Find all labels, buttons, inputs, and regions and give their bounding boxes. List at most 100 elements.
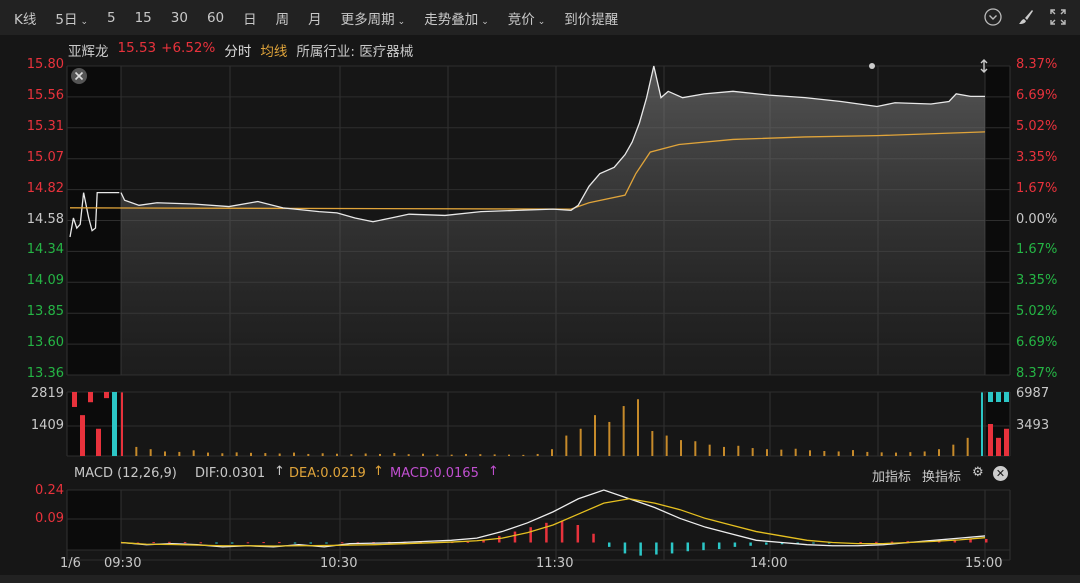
macd-value: MACD:0.0165 bbox=[390, 466, 479, 481]
post-volume-bar bbox=[988, 424, 993, 456]
dif-arrow-icon: ↑ bbox=[274, 464, 285, 479]
macd-bar bbox=[592, 533, 595, 543]
volume-bar bbox=[178, 451, 181, 456]
volume-bar bbox=[866, 451, 869, 456]
volume-bar bbox=[135, 446, 138, 456]
macd-bar bbox=[325, 542, 328, 544]
time-label: 14:00 bbox=[750, 556, 788, 571]
macd-bar bbox=[969, 539, 972, 543]
time-label: 15:00 bbox=[965, 556, 1003, 571]
percent-axis-label: 0.00% bbox=[1016, 211, 1058, 227]
volume-bar bbox=[608, 421, 611, 456]
macd-dea: DEA:0.0219 bbox=[289, 466, 366, 481]
macd-bar bbox=[733, 542, 737, 547]
switch-indicator-button[interactable]: 换指标 bbox=[922, 466, 961, 485]
macd-bar bbox=[765, 542, 768, 545]
time-label: 1/6 bbox=[60, 556, 81, 571]
percent-axis-label: 3.35% bbox=[1016, 149, 1058, 165]
volume-bar bbox=[551, 449, 553, 456]
price-area-fill bbox=[121, 66, 985, 375]
macd-axis-label: 0.24 bbox=[35, 483, 64, 498]
bottom-scrollbar[interactable] bbox=[0, 575, 1080, 583]
volume-bar bbox=[364, 453, 367, 456]
macd-bar bbox=[230, 542, 234, 544]
gear-icon[interactable]: ⚙ bbox=[972, 465, 984, 480]
price-axis-label: 14.58 bbox=[26, 211, 64, 227]
volume-bar bbox=[307, 453, 310, 456]
volume-bar bbox=[938, 449, 940, 456]
macd-bar bbox=[749, 542, 752, 546]
macd-bar bbox=[607, 542, 611, 547]
volume-bar bbox=[235, 452, 238, 456]
volume-bar bbox=[379, 453, 381, 456]
macd-title: MACD (12,26,9) bbox=[74, 466, 177, 481]
time-label: 09:30 bbox=[104, 556, 142, 571]
price-axis-label: 13.36 bbox=[26, 366, 64, 381]
macd-bar bbox=[278, 542, 281, 544]
pre-volume-bar bbox=[80, 415, 85, 456]
volume-bar bbox=[794, 448, 797, 456]
intraday-chart[interactable] bbox=[0, 0, 1080, 583]
macd-bar bbox=[262, 542, 265, 544]
macd-bar bbox=[183, 542, 187, 544]
macd-bar bbox=[890, 541, 894, 543]
volume-axis-label: 1409 bbox=[30, 418, 64, 433]
volume-bar bbox=[766, 449, 768, 456]
volume-bar bbox=[723, 446, 725, 456]
macd-bar bbox=[466, 541, 470, 543]
add-indicator-button[interactable]: 加指标 bbox=[872, 466, 911, 485]
volume-bar bbox=[350, 454, 353, 456]
macd-bar bbox=[513, 531, 517, 543]
macd-bar bbox=[702, 542, 705, 551]
volume-bar bbox=[465, 453, 467, 456]
volume-bar bbox=[422, 453, 424, 456]
volume-axis-label: 3493 bbox=[1016, 418, 1050, 433]
price-axis-label: 14.09 bbox=[26, 273, 64, 289]
volume-bar bbox=[837, 451, 840, 456]
macd-bar bbox=[215, 542, 218, 544]
volume-bar bbox=[981, 392, 983, 456]
pre-volume-bar bbox=[88, 392, 93, 403]
price-axis-label: 15.07 bbox=[26, 149, 64, 165]
price-axis-label: 14.82 bbox=[26, 180, 64, 196]
macd-bar bbox=[655, 542, 658, 555]
macd-bar bbox=[152, 542, 155, 544]
volume-bar bbox=[665, 435, 668, 456]
volume-bar bbox=[164, 451, 166, 456]
macd-bar bbox=[246, 542, 250, 544]
volume-bar bbox=[880, 452, 883, 456]
volume-bar bbox=[852, 450, 854, 456]
macd-bar bbox=[293, 542, 297, 544]
volume-bar bbox=[336, 453, 338, 456]
price-axis-label: 14.34 bbox=[26, 242, 64, 258]
macd-dif: DIF:0.0301 bbox=[195, 466, 266, 481]
dif-line bbox=[120, 489, 986, 548]
pre-volume-bar bbox=[112, 392, 117, 456]
macd-bar bbox=[623, 542, 627, 554]
percent-axis-label: 8.37% bbox=[1016, 57, 1058, 72]
volume-bar bbox=[651, 431, 654, 456]
macd-bar bbox=[529, 527, 532, 543]
volume-bar bbox=[952, 444, 955, 456]
macd-bar bbox=[875, 541, 878, 543]
volume-bar bbox=[594, 415, 596, 456]
volume-bar bbox=[737, 445, 740, 456]
macd-bar bbox=[560, 520, 564, 543]
volume-bar bbox=[149, 449, 152, 456]
price-axis-label: 13.85 bbox=[26, 304, 64, 320]
price-axis-label: 13.60 bbox=[26, 335, 64, 351]
volume-bar bbox=[393, 453, 396, 456]
percent-axis-label: 1.67% bbox=[1016, 180, 1058, 196]
volume-bar bbox=[923, 451, 926, 456]
post-volume-bar bbox=[1004, 392, 1009, 402]
volume-bar bbox=[895, 452, 897, 456]
volume-bar bbox=[264, 453, 267, 456]
post-volume-bar bbox=[1004, 428, 1009, 456]
macd-bar bbox=[639, 542, 642, 556]
percent-axis-label: 8.37% bbox=[1016, 366, 1058, 381]
close-indicator-icon[interactable]: ✕ bbox=[993, 466, 1008, 481]
volume-bar bbox=[207, 452, 209, 456]
volume-bar bbox=[221, 453, 224, 456]
volume-bar bbox=[293, 452, 295, 456]
price-axis-label: 15.31 bbox=[26, 118, 64, 134]
